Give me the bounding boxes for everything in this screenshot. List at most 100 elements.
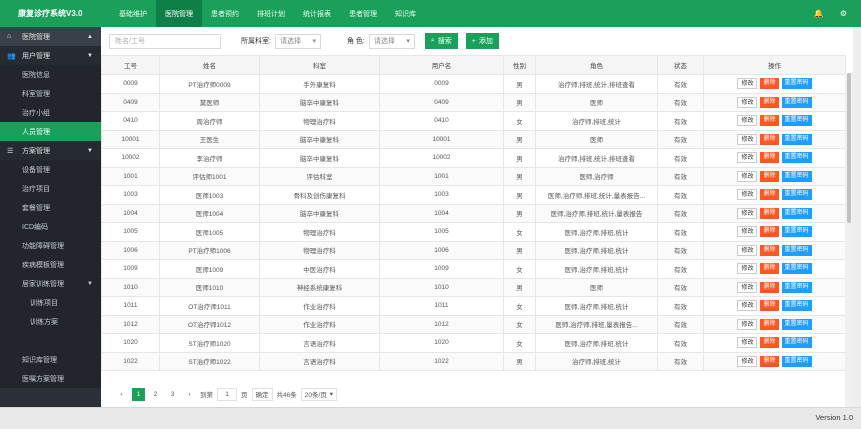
sidebar-item[interactable]: ⌂ 医院管理 ▲: [0, 27, 101, 46]
table-row: 0009 PT治疗师0009 手外康复科 0009 男治疗师,排班,统计,排班查看 有效修…: [101, 74, 846, 94]
name-search-input[interactable]: 姓名/工号: [109, 33, 221, 49]
goto-confirm-button[interactable]: 确定: [251, 387, 273, 401]
sidebar-item[interactable]: 功能障碍管理: [0, 236, 101, 255]
next-page-button[interactable]: ›: [183, 388, 196, 401]
sidebar-item[interactable]: 疾病模板管理: [0, 255, 101, 274]
topnav-item[interactable]: 排班计划: [248, 0, 294, 27]
topnav-item[interactable]: 医院管理: [156, 0, 202, 27]
edit-button[interactable]: 修改: [737, 78, 758, 90]
delete-button[interactable]: 删除: [760, 281, 779, 293]
search-button[interactable]: ⌕ 搜索: [424, 33, 458, 49]
sidebar-item[interactable]: 居家训练管理 ▼: [0, 274, 101, 293]
page-number-button[interactable]: 3: [166, 388, 179, 401]
reset-password-button[interactable]: 重置密码: [781, 226, 812, 238]
search-icon: ⌕: [430, 37, 435, 44]
edit-button[interactable]: 修改: [737, 300, 758, 312]
delete-button[interactable]: 删除: [760, 78, 779, 90]
page-scrollbar[interactable]: [853, 27, 861, 407]
delete-button[interactable]: 删除: [760, 133, 779, 145]
sidebar-item[interactable]: 知识库管理: [0, 350, 101, 369]
sidebar-item[interactable]: 治疗项目: [0, 179, 101, 198]
delete-button[interactable]: 删除: [760, 337, 779, 349]
sidebar-item[interactable]: 人员管理: [0, 122, 101, 141]
row-actions: 修改 删除 重置密码: [705, 152, 845, 164]
reset-password-button[interactable]: 重置密码: [781, 318, 812, 330]
edit-button[interactable]: 修改: [737, 263, 758, 275]
sidebar-item[interactable]: 套餐管理: [0, 198, 101, 217]
edit-button[interactable]: 修改: [737, 170, 758, 182]
reset-password-button[interactable]: 重置密码: [781, 300, 812, 312]
edit-button[interactable]: 修改: [737, 152, 758, 164]
edit-button[interactable]: 修改: [737, 207, 758, 219]
reset-password-button[interactable]: 重置密码: [781, 96, 812, 108]
caret-up-icon: ▲: [87, 33, 93, 40]
goto-page-input[interactable]: 1: [217, 387, 237, 401]
reset-password-button[interactable]: 重置密码: [781, 263, 812, 275]
edit-button[interactable]: 修改: [737, 115, 758, 127]
sidebar-item[interactable]: 设备管理: [0, 160, 101, 179]
delete-button[interactable]: 删除: [760, 263, 779, 275]
delete-button[interactable]: 删除: [760, 226, 779, 238]
topnav-item[interactable]: 基础维护: [110, 0, 156, 27]
edit-button[interactable]: 修改: [737, 281, 758, 293]
edit-button[interactable]: 修改: [737, 337, 758, 349]
row-actions: 修改 删除 重置密码: [705, 78, 845, 90]
reset-password-button[interactable]: 重置密码: [781, 207, 812, 219]
edit-button[interactable]: 修改: [737, 355, 758, 367]
reset-password-button[interactable]: 重置密码: [781, 355, 812, 367]
edit-button[interactable]: 修改: [737, 189, 758, 201]
reset-password-button[interactable]: 重置密码: [781, 133, 812, 145]
delete-button[interactable]: 删除: [760, 96, 779, 108]
edit-button[interactable]: 修改: [737, 96, 758, 108]
cell-ops: 修改 删除 重置密码: [703, 259, 846, 279]
sidebar-item[interactable]: 👥 用户管理 ▼: [0, 46, 101, 65]
page-number-button[interactable]: 2: [149, 388, 162, 401]
topnav-item[interactable]: 患者管理: [340, 0, 386, 27]
reset-password-button[interactable]: 重置密码: [781, 115, 812, 127]
sidebar-item[interactable]: 训练方案: [0, 312, 101, 331]
sidebar-item[interactable]: ☰ 方案管理 ▼: [0, 141, 101, 160]
add-button[interactable]: + 添加: [465, 33, 499, 49]
delete-button[interactable]: 删除: [760, 152, 779, 164]
sidebar-item[interactable]: 科室管理: [0, 84, 101, 103]
edit-button[interactable]: 修改: [737, 244, 758, 256]
delete-button[interactable]: 删除: [760, 207, 779, 219]
sidebar-item[interactable]: 医院信息: [0, 65, 101, 84]
topnav-item[interactable]: 知识库: [386, 0, 425, 27]
edit-button[interactable]: 修改: [737, 318, 758, 330]
reset-password-button[interactable]: 重置密码: [781, 281, 812, 293]
gear-icon[interactable]: ⚙: [840, 9, 847, 18]
cell-name: 李治疗师: [159, 148, 260, 168]
role-select[interactable]: 请选择 ▾: [368, 33, 415, 49]
delete-button[interactable]: 删除: [760, 244, 779, 256]
delete-button[interactable]: 删除: [760, 300, 779, 312]
edit-button[interactable]: 修改: [737, 226, 758, 238]
page-size-select[interactable]: 20条/页 ▾: [300, 387, 338, 401]
dept-select[interactable]: 请选择 ▾: [274, 33, 321, 49]
prev-page-button[interactable]: ‹: [115, 388, 128, 401]
delete-button[interactable]: 删除: [760, 318, 779, 330]
cell-status: 有效: [657, 259, 704, 279]
cell-user: 1006: [379, 240, 504, 260]
bell-icon[interactable]: 🔔: [814, 9, 824, 18]
delete-button[interactable]: 删除: [760, 115, 779, 127]
topnav-item[interactable]: 患者预约: [202, 0, 248, 27]
page-number-button[interactable]: 1: [132, 387, 145, 401]
reset-password-button[interactable]: 重置密码: [781, 244, 812, 256]
reset-password-button[interactable]: 重置密码: [781, 189, 812, 201]
sidebar-item[interactable]: ICD编码: [0, 217, 101, 236]
scrollbar-thumb[interactable]: [847, 73, 851, 223]
sidebar-item[interactable]: 医嘱方案管理: [0, 369, 101, 388]
table-scrollbar[interactable]: [845, 73, 853, 411]
delete-button[interactable]: 删除: [760, 355, 779, 367]
reset-password-button[interactable]: 重置密码: [781, 170, 812, 182]
sidebar-item[interactable]: 治疗小组: [0, 103, 101, 122]
sidebar-item[interactable]: 训练项目: [0, 293, 101, 312]
reset-password-button[interactable]: 重置密码: [781, 152, 812, 164]
reset-password-button[interactable]: 重置密码: [781, 337, 812, 349]
delete-button[interactable]: 删除: [760, 170, 779, 182]
topnav-item[interactable]: 统计报表: [294, 0, 340, 27]
edit-button[interactable]: 修改: [737, 133, 758, 145]
delete-button[interactable]: 删除: [760, 189, 779, 201]
reset-password-button[interactable]: 重置密码: [781, 78, 812, 90]
